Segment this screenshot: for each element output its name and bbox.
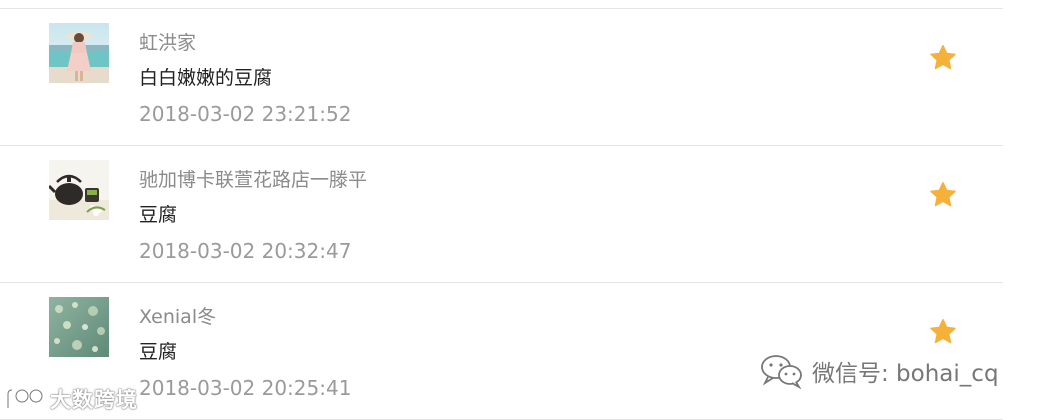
author-name[interactable]: 驰加博卡联萱花路店一滕平 — [139, 165, 367, 192]
author-name[interactable]: Xenial冬 — [139, 302, 216, 329]
comment-text: 豆腐 — [139, 204, 178, 226]
comment-text: 白白嫩嫩的豆腐 — [139, 67, 273, 89]
star-icon[interactable] — [928, 180, 958, 210]
star-icon[interactable] — [928, 43, 958, 73]
teapot-avatar-image — [49, 160, 109, 220]
timestamp: 2018-03-02 20:25:41 — [139, 376, 352, 400]
wechat-icon — [761, 355, 802, 389]
avatar[interactable] — [49, 297, 109, 357]
list-item: 虹洪家 白白嫩嫩的豆腐 2018-03-02 23:21:52 — [0, 9, 1003, 146]
avatar[interactable] — [49, 160, 109, 220]
watermark-right: 微信号: bohai_cq — [760, 351, 999, 391]
timestamp: 2018-03-02 20:32:47 — [139, 239, 352, 263]
list-item: 驰加博卡联萱花路店一滕平 豆腐 2018-03-02 20:32:47 — [0, 146, 1003, 283]
author-name[interactable]: 虹洪家 — [139, 28, 196, 55]
timestamp: 2018-03-02 23:21:52 — [139, 102, 352, 126]
watermark-left: 大数跨境 — [4, 384, 138, 414]
star-icon[interactable] — [928, 317, 958, 347]
watermark-right-text: 微信号: bohai_cq — [812, 361, 999, 387]
watermark-left-text: 大数跨境 — [50, 388, 138, 412]
brand-logo-icon — [6, 388, 44, 408]
beach-avatar-image — [49, 23, 109, 83]
avatar[interactable] — [49, 23, 109, 83]
comment-text: 豆腐 — [139, 341, 178, 363]
bokeh-avatar-image — [49, 297, 109, 357]
